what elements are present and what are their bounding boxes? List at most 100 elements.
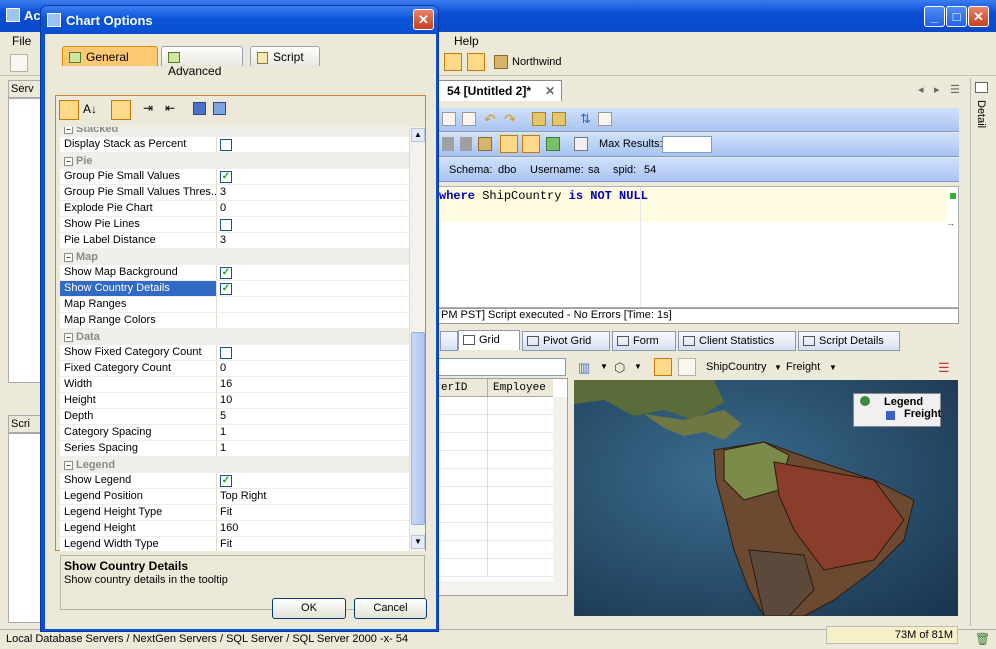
dialog-close-button[interactable]: ✕ [413, 9, 434, 30]
tab-script[interactable]: Script [250, 46, 320, 66]
tab-pivot-grid[interactable]: Pivot Grid [522, 331, 610, 351]
series-spacing-value[interactable]: 1 [220, 442, 226, 454]
show-pie-lines-checkbox[interactable] [220, 218, 232, 231]
copy-icon[interactable] [442, 112, 456, 126]
property-row-show-country-details[interactable]: Show Country Details ✓ [60, 281, 409, 297]
grid-hscroll[interactable] [439, 581, 553, 595]
chart-options-icon[interactable] [654, 358, 672, 376]
sort-alpha-icon[interactable]: A↓ [83, 102, 97, 116]
depth-value[interactable]: 5 [220, 410, 226, 422]
chart-type-dropdown-icon[interactable]: ▼ [600, 362, 608, 371]
tab-general[interactable]: General [62, 46, 158, 66]
scroll-down-icon[interactable]: ▼ [411, 535, 425, 549]
database-name[interactable]: Northwind [512, 56, 562, 68]
width-value[interactable]: 16 [220, 378, 232, 390]
property-row-explode-pie-chart[interactable]: Explode Pie Chart 0 [60, 201, 409, 217]
category-pie[interactable]: − Pie [60, 153, 409, 169]
new-file-icon[interactable] [10, 54, 28, 72]
category-map[interactable]: − Map [60, 249, 409, 265]
property-row-legend-height[interactable]: Legend Height 160 [60, 521, 409, 537]
execute-icon[interactable] [532, 112, 546, 126]
menu-help[interactable]: Help [454, 34, 479, 48]
property-row-group-pie-small-values[interactable]: Group Pie Small Values ✓ [60, 169, 409, 185]
garbage-icon[interactable]: 🗑 [975, 632, 990, 646]
group-pie-small-values-checkbox[interactable]: ✓ [220, 170, 232, 183]
prev-tab-icon[interactable]: ◂ [918, 83, 924, 96]
grid-layout-icon[interactable] [467, 53, 485, 71]
grid-col-employee[interactable]: Employee [493, 382, 546, 394]
print-icon[interactable] [574, 137, 588, 151]
measure-dropdown-icon[interactable]: ▼ [829, 363, 837, 372]
show-fixed-category-count-checkbox[interactable] [220, 346, 232, 359]
minimize-button[interactable]: _ [924, 6, 945, 27]
save-icon[interactable] [193, 102, 206, 115]
next-tab-icon[interactable]: ▸ [934, 83, 940, 96]
paste-icon[interactable] [462, 112, 476, 126]
property-row-series-spacing[interactable]: Series Spacing 1 [60, 441, 409, 457]
property-grid[interactable]: − Stacked Display Stack as Percent − Pie Grou… [60, 127, 409, 551]
property-row-show-pie-lines[interactable]: Show Pie Lines [60, 217, 409, 233]
export-icon[interactable] [546, 137, 560, 151]
property-row-depth[interactable]: Depth 5 [60, 409, 409, 425]
show-map-background-checkbox[interactable]: ✓ [220, 266, 232, 279]
scroll-thumb[interactable] [411, 332, 425, 525]
menu-file[interactable]: File [12, 34, 31, 48]
category-spacing-value[interactable]: 1 [220, 426, 226, 438]
property-row-pie-label-distance[interactable]: Pie Label Distance 3 [60, 233, 409, 249]
category-data[interactable]: − Data [60, 329, 409, 345]
property-row-display-stack-as-percent[interactable]: Display Stack as Percent [60, 137, 409, 153]
property-row-map-ranges[interactable]: Map Ranges [60, 297, 409, 313]
ok-button[interactable]: OK [272, 598, 346, 619]
expand-all-icon[interactable]: ⇥ [143, 101, 153, 115]
max-results-input[interactable] [662, 136, 712, 153]
results-grid-icon[interactable] [500, 135, 518, 153]
explode-pie-chart-value[interactable]: 0 [220, 202, 226, 214]
property-pages-icon[interactable] [111, 100, 131, 120]
stop-icon[interactable] [442, 137, 454, 151]
collapse-icon[interactable]: − [64, 332, 73, 342]
property-row-legend-position[interactable]: Legend Position Top Right [60, 489, 409, 505]
category-stacked[interactable]: − Stacked [60, 127, 409, 137]
property-row-width[interactable]: Width 16 [60, 377, 409, 393]
dimension-selector[interactable]: ShipCountry [706, 361, 767, 373]
property-row-show-legend[interactable]: Show Legend ✓ [60, 473, 409, 489]
display-stack-as-percent-checkbox[interactable] [220, 138, 232, 151]
chart-type-icon[interactable]: ▥ [578, 360, 590, 376]
3d-dropdown-icon[interactable]: ▼ [634, 362, 642, 371]
categorized-icon[interactable] [59, 100, 79, 120]
property-row-group-pie-small-values-thres[interactable]: Group Pie Small Values Thres... 3 [60, 185, 409, 201]
close-tab-icon[interactable]: ✕ [545, 84, 555, 98]
fixed-category-count-value[interactable]: 0 [220, 362, 226, 374]
tab-list-icon[interactable]: ☰ [950, 83, 960, 96]
servers-tree[interactable] [8, 98, 42, 383]
maximize-button[interactable]: □ [946, 6, 967, 27]
detail-label[interactable]: Detail [975, 100, 987, 128]
undo-icon[interactable]: ↶ [484, 111, 496, 128]
legend-height-value[interactable]: 160 [220, 522, 238, 534]
legend-width-type-value[interactable]: Fit [220, 538, 232, 550]
height-value[interactable]: 10 [220, 394, 232, 406]
legend-position-value[interactable]: Top Right [220, 490, 266, 502]
collapse-icon[interactable]: − [64, 252, 73, 262]
tab-form[interactable]: Form [612, 331, 676, 351]
measure-selector[interactable]: Freight [786, 361, 820, 373]
property-row-fixed-category-count[interactable]: Fixed Category Count 0 [60, 361, 409, 377]
property-row-legend-height-type[interactable]: Legend Height Type Fit [60, 505, 409, 521]
category-legend[interactable]: − Legend [60, 457, 409, 473]
tab-client-statistics[interactable]: Client Statistics [678, 331, 796, 351]
show-legend-checkbox[interactable]: ✓ [220, 474, 232, 487]
load-icon[interactable] [213, 102, 226, 115]
cancel-button[interactable]: Cancel [354, 598, 427, 619]
grid-filter-input[interactable] [438, 358, 566, 376]
layout-icon[interactable] [444, 53, 462, 71]
sql-editor[interactable]: where ShipCountry is NOT NULL → [438, 186, 959, 308]
property-row-legend-width-type[interactable]: Legend Width Type Fit [60, 537, 409, 551]
dimension-dropdown-icon[interactable]: ▼ [774, 363, 782, 372]
property-row-height[interactable]: Height 10 [60, 393, 409, 409]
property-row-category-spacing[interactable]: Category Spacing 1 [60, 425, 409, 441]
tab-messages[interactable] [440, 331, 458, 351]
scroll-up-icon[interactable]: ▲ [411, 128, 425, 142]
property-row-show-map-background[interactable]: Show Map Background ✓ [60, 265, 409, 281]
collapse-all-icon[interactable]: ⇤ [165, 101, 175, 115]
map-legend-toggle-icon[interactable]: ☰ [938, 360, 950, 376]
